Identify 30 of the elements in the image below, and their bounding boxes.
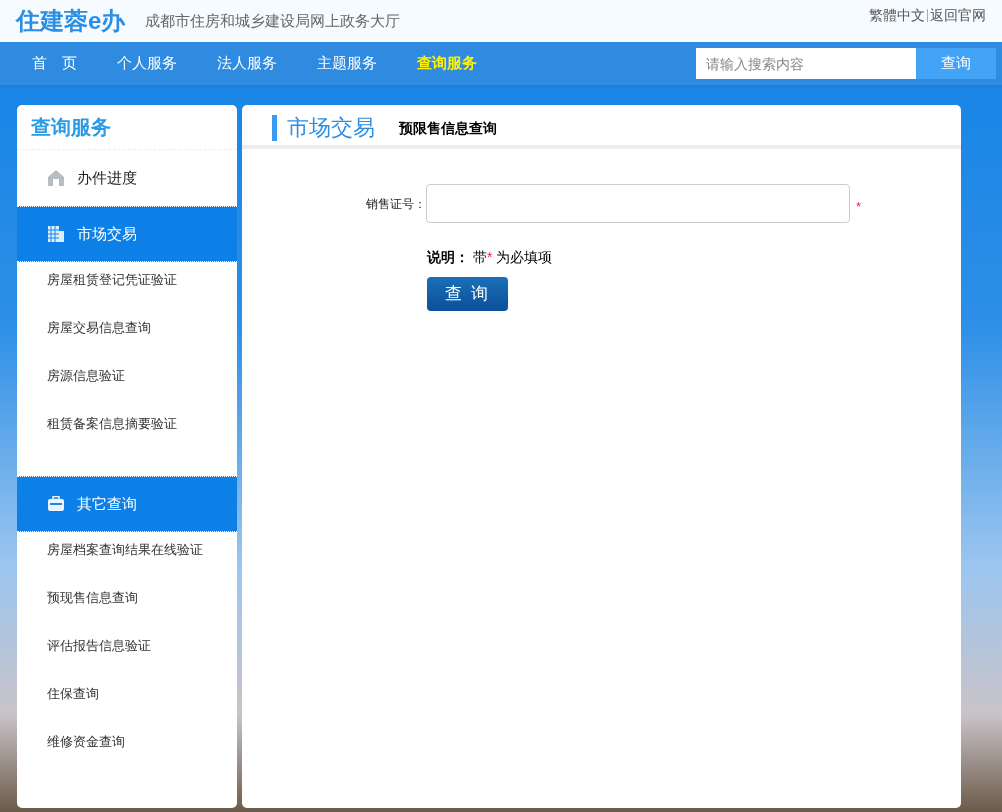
sidebar-link[interactable]: 房屋档案查询结果在线验证 <box>17 532 237 580</box>
site-subtitle: 成都市住房和城乡建设局网上政务大厅 <box>145 10 401 31</box>
site-logo: 住建蓉e办 <box>16 6 126 36</box>
sidebar-link[interactable]: 住保查询 <box>17 676 237 724</box>
sidebar-link[interactable]: 房屋交易信息查询 <box>17 310 237 358</box>
field-label: 销售证号： <box>365 195 426 213</box>
page-title: 预限售信息查询 <box>399 119 497 138</box>
section-title: 市场交易 <box>272 115 375 141</box>
building-icon <box>47 225 65 243</box>
sidebar-link[interactable]: 房屋租赁登记凭证验证 <box>17 262 237 310</box>
query-button[interactable]: 查 询 <box>427 277 508 311</box>
sidebar-link[interactable]: 租赁备案信息摘要验证 <box>17 406 237 454</box>
header-link[interactable]: 返回官网 <box>930 4 986 26</box>
sale-permit-input[interactable] <box>426 184 850 223</box>
sidebar-group[interactable]: 市场交易 <box>17 206 237 262</box>
nav-tab[interactable]: 个人服务 <box>101 52 193 75</box>
required-note: 说明： 带* 为必填项 <box>427 249 553 265</box>
nav-tab[interactable]: 主题服务 <box>301 52 393 75</box>
nav-tab[interactable]: 首 页 <box>16 52 93 75</box>
header-link[interactable]: 繁體中文 <box>869 4 925 26</box>
required-mark: * <box>856 197 862 216</box>
search-field[interactable]: 请输入搜索内容 <box>696 48 916 79</box>
nav-tab[interactable]: 法人服务 <box>201 52 293 75</box>
briefcase-icon <box>47 496 65 512</box>
sidebar-group[interactable]: 其它查询 <box>17 476 237 532</box>
house-icon <box>47 169 65 187</box>
sidebar-link[interactable]: 房源信息验证 <box>17 358 237 406</box>
sidebar-link[interactable]: 评估报告信息验证 <box>17 628 237 676</box>
sidebar-link[interactable]: 维修资金查询 <box>17 724 237 772</box>
sidebar-link[interactable]: 预现售信息查询 <box>17 580 237 628</box>
